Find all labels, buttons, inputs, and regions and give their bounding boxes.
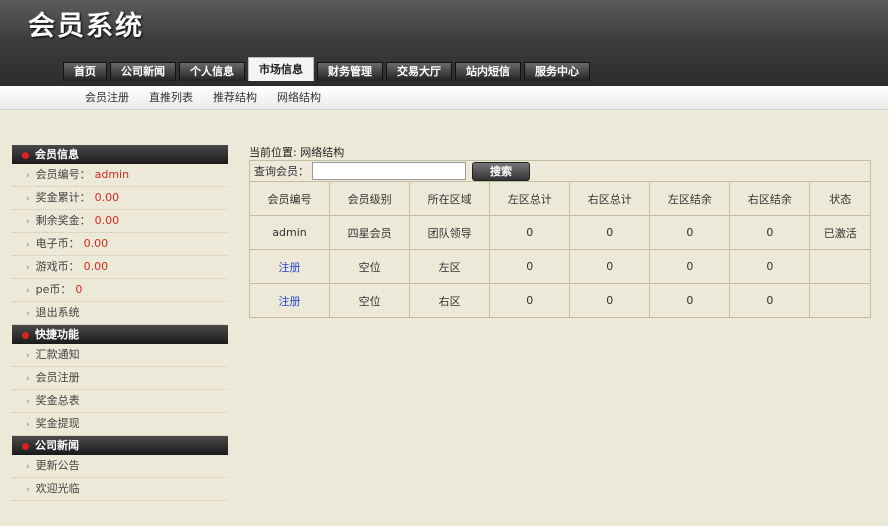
member-search-input[interactable] — [312, 162, 466, 180]
col-header: 左区总计 — [489, 181, 571, 216]
network-table: 会员编号 会员级别 所在区域 左区总计 右区总计 左区结余 右区结余 状态 ad… — [248, 181, 871, 318]
col-header: 所在区域 — [409, 181, 491, 216]
arrow-icon: › — [26, 485, 30, 495]
col-header: 会员编号 — [248, 181, 331, 216]
cell-status — [809, 283, 871, 318]
cell-area: 右区 — [409, 283, 491, 318]
tab-trading-hall[interactable]: 交易大厅 — [386, 62, 452, 81]
arrow-icon: › — [26, 462, 30, 472]
subnav-member-register[interactable]: 会员注册 — [75, 86, 139, 109]
bullet-icon — [22, 151, 29, 159]
cell-level: 空位 — [329, 249, 411, 284]
cell-left-total: 0 — [489, 249, 571, 284]
tab-company-news[interactable]: 公司新闻 — [110, 62, 176, 81]
col-header: 左区结余 — [649, 181, 731, 216]
arrow-icon: › — [26, 240, 30, 250]
cell-level: 空位 — [329, 283, 411, 318]
header: 会员系统 首页 公司新闻 个人信息 市场信息 财务管理 交易大厅 站内短信 服务… — [0, 0, 888, 86]
section-company-news: 公司新闻 — [12, 436, 228, 455]
table-row: admin 四星会员 团队领导 0 0 0 0 已激活 — [248, 215, 871, 250]
shortcut-remittance-notice[interactable]: › 汇款通知 — [12, 344, 228, 367]
arrow-icon: › — [26, 263, 30, 273]
col-header: 右区结余 — [729, 181, 811, 216]
subnav-referral-structure[interactable]: 推荐结构 — [203, 86, 267, 109]
register-link[interactable]: 注册 — [279, 295, 301, 308]
news-welcome[interactable]: › 欢迎光临 — [12, 478, 228, 501]
sub-nav: 会员注册 直推列表 推荐结构 网络结构 — [0, 86, 888, 110]
cell-left-balance: 0 — [649, 215, 731, 250]
bullet-icon — [22, 442, 29, 450]
section-title: 公司新闻 — [35, 439, 79, 452]
cell-left-balance: 0 — [649, 249, 731, 284]
col-header: 会员级别 — [329, 181, 411, 216]
arrow-icon: › — [26, 286, 30, 296]
cell-member-id: 注册 — [248, 249, 331, 284]
cell-right-total: 0 — [569, 283, 651, 318]
section-member-info: 会员信息 — [12, 145, 228, 164]
section-title: 会员信息 — [35, 148, 79, 161]
e-coin-item: › 电子币： 0.00 — [12, 233, 228, 256]
arrow-icon: › — [26, 351, 30, 361]
sidebar: 会员信息 › 会员编号： admin › 奖金累计： 0.00 › 剩余奖金： 0.00 ›… — [12, 145, 228, 501]
search-bar: 查询会员： 搜索 — [249, 160, 871, 181]
arrow-icon: › — [26, 397, 30, 407]
shortcut-member-register[interactable]: › 会员注册 — [12, 367, 228, 390]
arrow-icon: › — [26, 309, 30, 319]
section-title: 快捷功能 — [35, 328, 79, 341]
logout-item[interactable]: › 退出系统 — [12, 302, 228, 325]
tab-finance[interactable]: 财务管理 — [317, 62, 383, 81]
cell-left-total: 0 — [489, 283, 571, 318]
app-title: 会员系统 — [28, 11, 144, 42]
shortcut-bonus-withdraw[interactable]: › 奖金提现 — [12, 413, 228, 436]
member-id-item: › 会员编号： admin — [12, 164, 228, 187]
table-row: 注册 空位 右区 0 0 0 0 — [248, 283, 871, 318]
cell-left-total: 0 — [489, 215, 571, 250]
register-link[interactable]: 注册 — [279, 261, 301, 274]
col-header: 状态 — [809, 181, 871, 216]
tab-market-info[interactable]: 市场信息 — [248, 57, 314, 81]
breadcrumb: 当前位置: 网络结构 — [249, 146, 345, 159]
cell-member-id: admin — [248, 215, 331, 250]
cell-left-balance: 0 — [649, 283, 731, 318]
col-header: 右区总计 — [569, 181, 651, 216]
subnav-network-structure[interactable]: 网络结构 — [267, 86, 331, 109]
top-nav: 首页 公司新闻 个人信息 市场信息 财务管理 交易大厅 站内短信 服务中心 — [63, 57, 593, 81]
cell-right-balance: 0 — [729, 283, 811, 318]
tab-home[interactable]: 首页 — [63, 62, 107, 81]
cell-right-balance: 0 — [729, 249, 811, 284]
arrow-icon: › — [26, 420, 30, 430]
arrow-icon: › — [26, 217, 30, 227]
news-update-notice[interactable]: › 更新公告 — [12, 455, 228, 478]
search-label: 查询会员： — [254, 165, 309, 178]
cell-level: 四星会员 — [329, 215, 411, 250]
table-header-row: 会员编号 会员级别 所在区域 左区总计 右区总计 左区结余 右区结余 状态 — [248, 181, 871, 216]
section-shortcuts: 快捷功能 — [12, 325, 228, 344]
bonus-total-item: › 奖金累计： 0.00 — [12, 187, 228, 210]
arrow-icon: › — [26, 374, 30, 384]
tab-messages[interactable]: 站内短信 — [455, 62, 521, 81]
tab-service-center[interactable]: 服务中心 — [524, 62, 590, 81]
cell-area: 左区 — [409, 249, 491, 284]
cell-area: 团队领导 — [409, 215, 491, 250]
pe-coin-item: › pe币： 0 — [12, 279, 228, 302]
cell-member-id: 注册 — [248, 283, 331, 318]
cell-status: 已激活 — [809, 215, 871, 250]
bullet-icon — [22, 331, 29, 339]
cell-right-total: 0 — [569, 249, 651, 284]
shortcut-bonus-summary[interactable]: › 奖金总表 — [12, 390, 228, 413]
main-content: 当前位置: 网络结构 查询会员： 搜索 会员编号 会员级别 所在区域 左区总计 … — [248, 146, 873, 318]
bonus-remaining-item: › 剩余奖金： 0.00 — [12, 210, 228, 233]
arrow-icon: › — [26, 171, 30, 181]
arrow-icon: › — [26, 194, 30, 204]
cell-right-balance: 0 — [729, 215, 811, 250]
tab-personal-info[interactable]: 个人信息 — [179, 62, 245, 81]
cell-status — [809, 249, 871, 284]
cell-right-total: 0 — [569, 215, 651, 250]
search-button[interactable]: 搜索 — [472, 161, 530, 181]
subnav-direct-list[interactable]: 直推列表 — [139, 86, 203, 109]
game-coin-item: › 游戏币： 0.00 — [12, 256, 228, 279]
table-row: 注册 空位 左区 0 0 0 0 — [248, 249, 871, 284]
